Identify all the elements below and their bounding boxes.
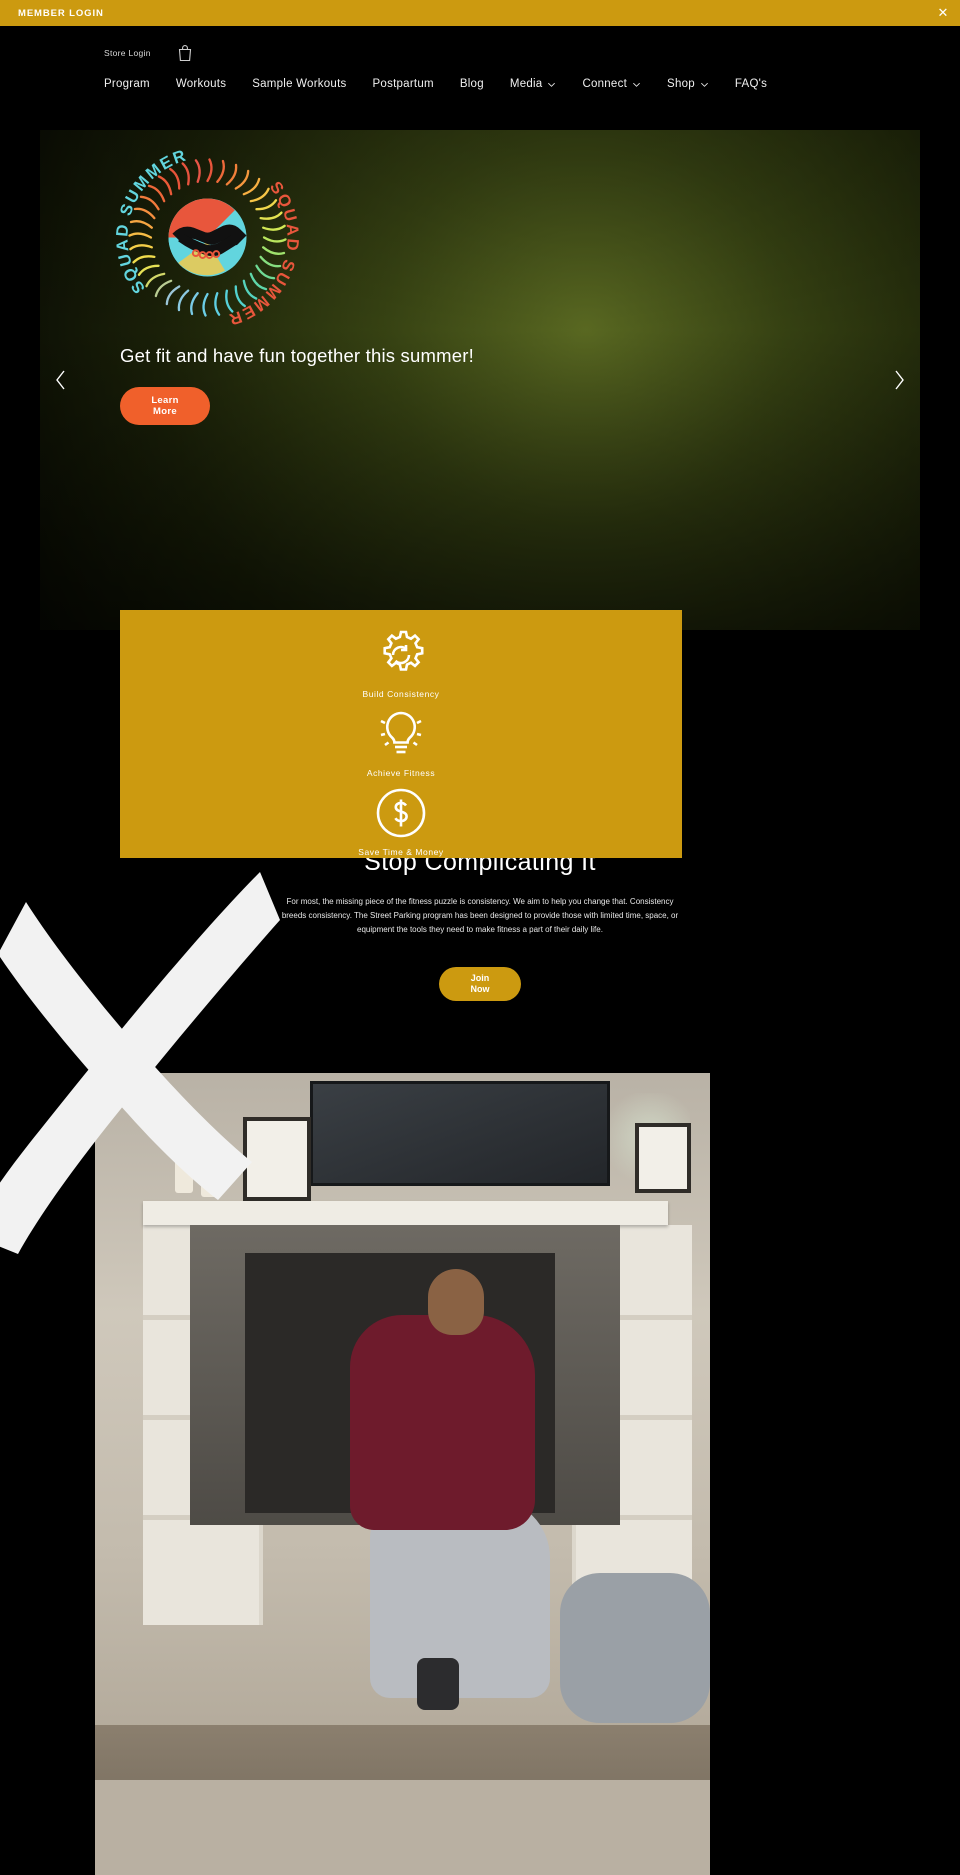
nav-label: FAQ's xyxy=(734,78,768,90)
carousel-prev-button[interactable] xyxy=(48,367,74,393)
nav-label: Media xyxy=(509,78,543,90)
feature-achieve-fitness: Achieve Fitness xyxy=(367,705,435,778)
learn-more-button[interactable]: Learn More xyxy=(120,387,210,425)
features-panel: Build Consistency Achieve Fitness Save T… xyxy=(120,610,682,858)
feature-label: Save Time & Money xyxy=(358,847,444,857)
join-now-line1: Join xyxy=(470,973,490,983)
person-torso xyxy=(350,1315,535,1530)
nav-label: Sample Workouts xyxy=(252,78,347,90)
close-icon[interactable]: ✕ xyxy=(936,6,950,20)
chevron-down-icon xyxy=(547,80,556,89)
fireplace-mantel xyxy=(143,1201,668,1225)
main-navigation: Program Workouts Sample Workouts Postpar… xyxy=(0,78,960,90)
rug xyxy=(95,1780,710,1875)
learn-more-line1: Learn xyxy=(151,395,179,406)
nav-label: Program xyxy=(104,78,150,90)
squad-summer-logo: SQUAD SUMMER SQUAD SUMMER xyxy=(112,145,300,329)
nav-label: Workouts xyxy=(175,78,227,90)
nav-item-workouts[interactable]: Workouts xyxy=(176,78,226,90)
nav-item-blog[interactable]: Blog xyxy=(460,78,484,90)
shopping-bag-icon[interactable] xyxy=(177,44,193,62)
chevron-down-icon xyxy=(632,80,641,89)
photo-frame-mantel-left xyxy=(243,1117,311,1201)
workout-photo xyxy=(95,1073,710,1875)
member-login-label[interactable]: MEMBER LOGIN xyxy=(18,8,104,19)
utility-row: Store Login xyxy=(0,26,960,62)
nav-label: Postpartum xyxy=(372,78,434,90)
nav-item-program[interactable]: Program xyxy=(104,78,150,90)
feature-label: Build Consistency xyxy=(362,689,440,699)
lightbulb-icon xyxy=(380,711,422,754)
hero-title: Get fit and have fun together this summe… xyxy=(120,345,474,366)
nav-item-connect[interactable]: Connect xyxy=(582,78,641,90)
television xyxy=(310,1081,610,1186)
nav-label: Shop xyxy=(667,78,695,90)
nav-item-media[interactable]: Media xyxy=(510,78,557,90)
nav-item-sample-workouts[interactable]: Sample Workouts xyxy=(252,78,346,90)
member-login-bar[interactable]: MEMBER LOGIN ✕ xyxy=(0,0,960,26)
section-paragraph: For most, the missing piece of the fitne… xyxy=(281,897,679,934)
join-now-button[interactable]: Join Now xyxy=(439,967,521,1001)
hero-carousel: SQUAD SUMMER SQUAD SUMMER Get fit and ha… xyxy=(40,130,920,630)
site-header: Store Login Program Workouts Sample Work… xyxy=(0,26,960,114)
chevron-down-icon xyxy=(700,80,709,89)
store-login-link[interactable]: Store Login xyxy=(104,48,151,58)
ottoman xyxy=(560,1573,710,1723)
nav-item-faqs[interactable]: FAQ's xyxy=(735,78,767,90)
dollar-circle-icon xyxy=(376,788,426,838)
kettlebell xyxy=(417,1658,459,1710)
nav-item-shop[interactable]: Shop xyxy=(667,78,709,90)
person-head xyxy=(428,1269,484,1335)
learn-more-line2: More xyxy=(153,406,177,417)
feature-label: Achieve Fitness xyxy=(366,768,436,778)
feature-build-consistency: Build Consistency xyxy=(363,626,440,699)
nav-label: Blog xyxy=(459,78,484,90)
nav-item-postpartum[interactable]: Postpartum xyxy=(373,78,434,90)
photo-frame-mantel-right xyxy=(635,1123,691,1193)
nav-label: Connect xyxy=(582,78,628,90)
carousel-next-button[interactable] xyxy=(886,367,912,393)
candle-tall xyxy=(175,1131,193,1193)
join-now-line2: Now xyxy=(470,984,490,994)
stop-complicating-section: Stop Complicating It For most, the missi… xyxy=(0,848,960,1001)
candle-short xyxy=(201,1155,217,1197)
gear-refresh-icon xyxy=(383,630,424,671)
feature-save-time-money: Save Time & Money xyxy=(358,784,443,857)
